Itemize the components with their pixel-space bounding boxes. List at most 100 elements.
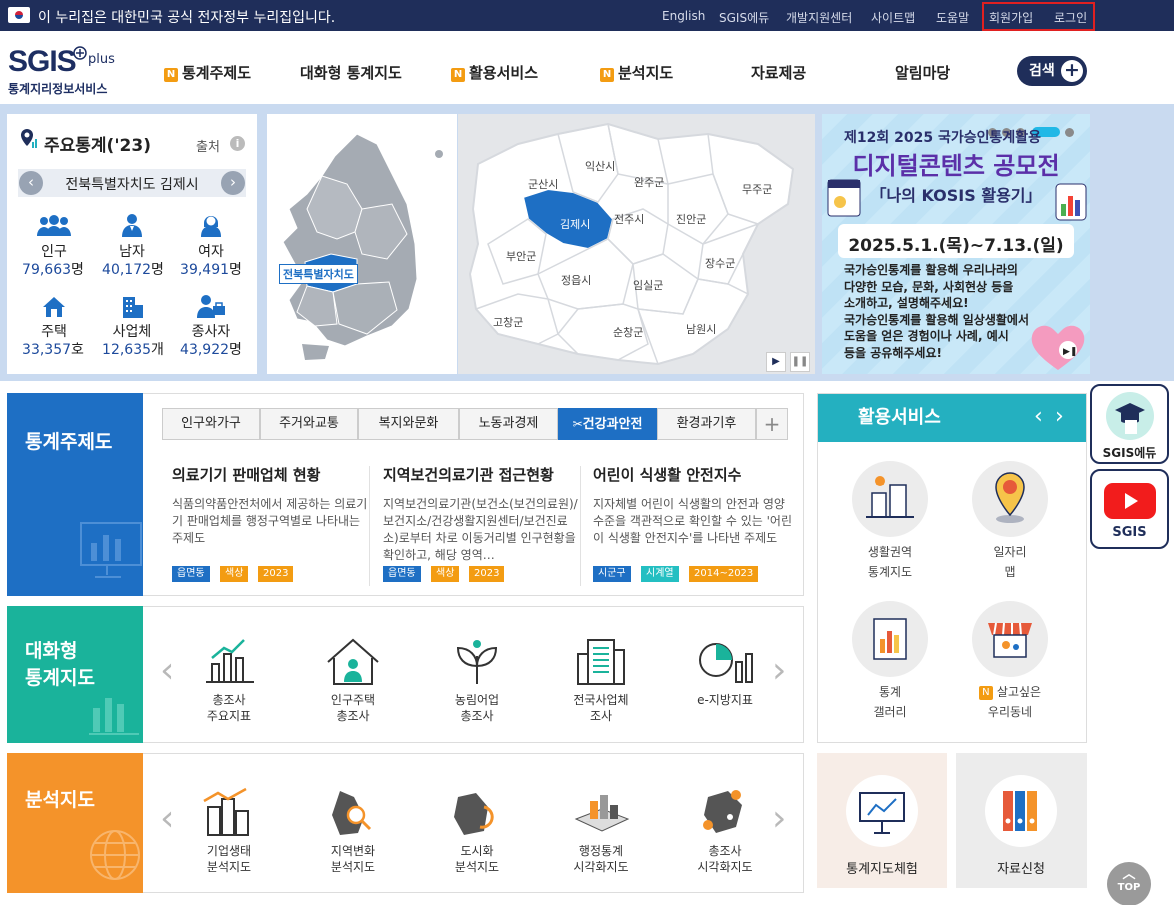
nav-analysis-map[interactable]: N 분석지도	[600, 62, 673, 83]
stat-value-workers: 43,922명	[166, 339, 256, 359]
business-census-item[interactable]: 전국사업체 조사	[546, 636, 656, 724]
services-next-icon[interactable]: ›	[1055, 404, 1064, 429]
nav-services[interactable]: N 활용서비스	[451, 62, 538, 83]
link-dev-center[interactable]: 개발지원센터	[786, 9, 852, 26]
regional-change-item[interactable]: 지역변화 분석지도	[298, 787, 408, 875]
bar-chart-up-icon	[206, 639, 254, 683]
pause-button[interactable]: ❚❚	[790, 352, 810, 372]
info-icon[interactable]: i	[230, 136, 245, 151]
interactive-side-panel[interactable]: 대화형 통계지도	[7, 606, 143, 743]
population-housing-item[interactable]: 인구주택 총조사	[298, 636, 408, 724]
next-arrow-button[interactable]: ›	[772, 798, 786, 839]
census-visual-item[interactable]: 총조사 시각화지도	[670, 787, 780, 875]
neighborhood-button[interactable]	[972, 601, 1048, 677]
building-icon	[123, 297, 143, 318]
source-label[interactable]: 출처	[196, 136, 220, 155]
link-english[interactable]: English	[662, 9, 705, 23]
link-signup[interactable]: 회원가입	[989, 9, 1033, 26]
office-building-icon	[577, 639, 625, 685]
divider	[369, 466, 370, 586]
district-label[interactable]: 진안군	[676, 211, 706, 227]
district-label[interactable]: 완주군	[634, 174, 664, 190]
district-label[interactable]: 장수군	[705, 255, 735, 271]
tab-health-safety[interactable]: ✂건강과안전	[558, 408, 657, 440]
stat-label-male: 남자	[119, 244, 145, 260]
district-map[interactable]: 군산시 익산시 완주군 무주군 김제시 전주시 진안군 부안군 장수군 정읍시 …	[458, 114, 815, 374]
presentation-board-icon	[859, 792, 905, 834]
tab-welfare-culture[interactable]: 복지와문화	[358, 408, 459, 440]
district-label[interactable]: 남원시	[686, 321, 716, 337]
district-label[interactable]: 익산시	[585, 158, 615, 174]
prev-arrow-button[interactable]: ‹	[160, 650, 174, 691]
search-button[interactable]: 검색 +	[1017, 56, 1087, 86]
district-label[interactable]: 고창군	[493, 314, 523, 330]
contest-banner[interactable]: 제12회 2025 국가승인통계활용 디지털콘텐츠 공모전 「나의 KOSIS …	[822, 114, 1090, 374]
city-buildings-icon	[866, 476, 914, 518]
sgis-logo[interactable]: SGIS	[8, 45, 77, 79]
district-label[interactable]: 임실군	[633, 277, 663, 293]
tab-environment[interactable]: 환경과기후	[657, 408, 756, 440]
admin-stats-item[interactable]: 행정통계 시각화지도	[546, 787, 656, 875]
logo-cross-icon	[73, 46, 87, 60]
tab-labor-economy[interactable]: 노동과경제	[459, 408, 558, 440]
urbanization-item[interactable]: 도시화 분석지도	[422, 787, 532, 875]
tag-type: 시계열	[641, 566, 679, 582]
link-login[interactable]: 로그인	[1054, 9, 1087, 26]
value: 33,357	[22, 342, 72, 358]
district-label[interactable]: 부안군	[506, 248, 536, 264]
services-title: 활용서비스	[818, 394, 1086, 442]
district-label-selected[interactable]: 김제시	[560, 216, 590, 232]
agriculture-item[interactable]: 농림어업 총조사	[422, 636, 532, 724]
district-label[interactable]: 순창군	[613, 324, 643, 340]
district-label[interactable]: 무주군	[742, 181, 772, 197]
district-label[interactable]: 전주시	[614, 211, 644, 227]
nav-data-provision[interactable]: 자료제공	[751, 62, 806, 83]
next-region-button[interactable]: ›	[221, 171, 245, 195]
theme-card-title[interactable]: 지역보건의료기관 접근현황	[383, 464, 554, 485]
tab-housing-transport[interactable]: 주거와교통	[260, 408, 358, 440]
tab-add-button[interactable]: +	[756, 408, 788, 440]
korea-map[interactable]: 전북특별자치도	[267, 114, 457, 374]
sgis-edu-shortcut[interactable]: SGIS에듀	[1090, 384, 1169, 464]
link-sitemap[interactable]: 사이트맵	[871, 9, 915, 26]
monitor-chart-icon	[80, 522, 142, 578]
map-experience-tile[interactable]: 통계지도체험	[817, 753, 947, 888]
nav-theme-map[interactable]: N 통계주제도	[164, 62, 251, 83]
theme-card-title[interactable]: 어린이 식생활 안전지수	[593, 464, 741, 485]
unit: 명	[229, 262, 242, 278]
scroll-top-button[interactable]: ︿ TOP	[1107, 862, 1151, 905]
new-badge: N	[600, 68, 614, 82]
business-ecology-item[interactable]: 기업생태 분석지도	[174, 787, 284, 875]
analysis-side-panel[interactable]: 분석지도	[7, 753, 143, 893]
next-arrow-button[interactable]: ›	[772, 650, 786, 691]
link-help[interactable]: 도움말	[936, 9, 969, 26]
data-request-tile[interactable]: 자료신청	[956, 753, 1087, 888]
services-prev-icon[interactable]: ‹	[1034, 404, 1043, 429]
nav-interactive-map[interactable]: 대화형 통계지도	[300, 62, 402, 83]
e-local-indicator-item[interactable]: e-지방지표	[670, 636, 780, 708]
district-label[interactable]: 군산시	[528, 176, 558, 192]
theme-card-title[interactable]: 의료기기 판매업체 현황	[172, 464, 320, 485]
banner-line1: 제12회 2025 국가승인통계활용	[844, 130, 1041, 146]
stats-gallery-button[interactable]	[852, 601, 928, 677]
value: 39,491	[180, 262, 230, 278]
census-indicators-item[interactable]: 총조사 주요지표	[174, 636, 284, 724]
link-sgis-edu[interactable]: SGIS에듀	[719, 9, 769, 26]
svg-text:▶❚: ▶❚	[1063, 347, 1077, 357]
job-map-button[interactable]	[972, 461, 1048, 537]
pie-bar-chart-icon	[699, 643, 753, 683]
service-label: 일자리 맵	[950, 542, 1070, 582]
youtube-shortcut[interactable]: SGIS	[1090, 469, 1169, 549]
theme-side-panel[interactable]: 통계주제도	[7, 393, 143, 596]
label-line: 갤러리	[873, 705, 907, 719]
value: 12,635	[102, 342, 152, 358]
slide-dot[interactable]	[1065, 128, 1074, 137]
play-button[interactable]: ▶	[766, 352, 786, 372]
nav-notice[interactable]: 알림마당	[895, 62, 950, 83]
prev-arrow-button[interactable]: ‹	[160, 798, 174, 839]
district-label[interactable]: 정읍시	[561, 272, 591, 288]
item-label-line: 시각화지도	[573, 860, 629, 874]
tab-population[interactable]: 인구와가구	[162, 408, 260, 440]
living-area-map-button[interactable]	[852, 461, 928, 537]
prev-region-button[interactable]: ‹	[19, 171, 43, 195]
